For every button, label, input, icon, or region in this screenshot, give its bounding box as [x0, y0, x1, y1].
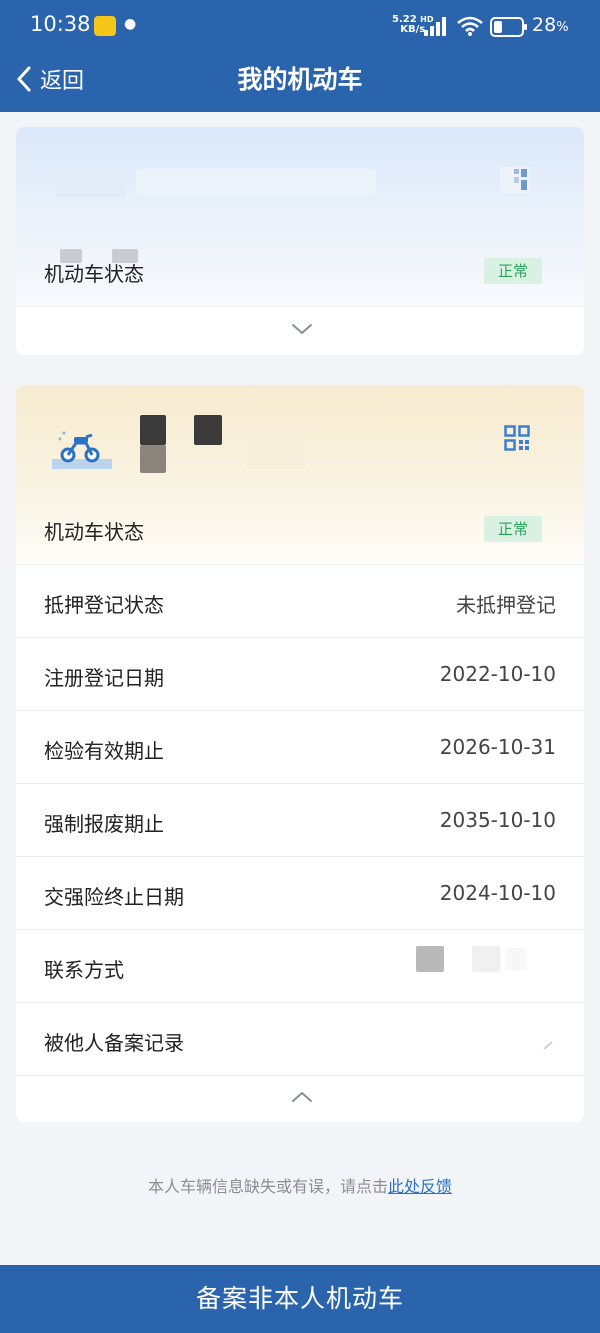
- blurred-phone-3: [506, 948, 526, 970]
- feedback-link[interactable]: 此处反馈: [388, 1177, 452, 1196]
- registration-date-row: 注册登记日期 2022-10-10: [16, 638, 584, 711]
- blurred-plate-number: [56, 167, 126, 197]
- third-party-record-row[interactable]: 被他人备案记录: [16, 1003, 584, 1076]
- status-time: 10:38: [30, 12, 91, 36]
- contact-row[interactable]: 联系方式: [16, 930, 584, 1003]
- page-title: 我的机动车: [237, 65, 363, 94]
- row-value: 未抵押登记: [456, 593, 556, 617]
- battery-icon: [490, 17, 527, 37]
- status-bar: 10:38 ● 5.22 HD KB/s 28%: [0, 0, 600, 52]
- blurred-phone-2: [472, 946, 500, 972]
- row-label: 联系方式: [44, 958, 124, 982]
- row-label: 机动车状态: [44, 262, 144, 286]
- status-badge: 正常: [484, 516, 542, 542]
- battery-percent: 28%: [532, 14, 569, 36]
- vehicle-card-collapsed[interactable]: 机动车状态 正常: [16, 127, 584, 355]
- signal-icon: [424, 17, 446, 36]
- motorcycle-icon: [52, 431, 112, 469]
- edit-mark-icon: [543, 1041, 553, 1050]
- row-label: 被他人备案记录: [44, 1031, 184, 1055]
- row-label: 机动车状态: [44, 520, 144, 544]
- qr-code-icon[interactable]: [500, 167, 530, 193]
- feedback-text: 本人车辆信息缺失或有误，请点击: [147, 1177, 388, 1196]
- row-label: 注册登记日期: [44, 666, 164, 690]
- row-value: 2026-10-31: [439, 735, 556, 759]
- chevron-up-icon[interactable]: [290, 1089, 314, 1105]
- vehicle-card-expanded[interactable]: 机动车状态 正常 抵押登记状态 未抵押登记 注册登记日期 2022-10-10 …: [16, 385, 584, 1122]
- blurred-phone-1: [416, 946, 444, 972]
- row-label: 抵押登记状态: [44, 593, 164, 617]
- scrap-date-row: 强制报废期止 2035-10-10: [16, 784, 584, 857]
- chevron-down-icon[interactable]: [290, 321, 314, 337]
- wifi-icon: [457, 16, 483, 36]
- row-value: 2035-10-10: [439, 808, 556, 832]
- blurred-plate-char-1: [140, 415, 166, 445]
- notification-dot-icon: ●: [124, 16, 137, 32]
- row-value: 2022-10-10: [439, 662, 556, 686]
- row-label: 交强险终止日期: [44, 885, 184, 909]
- row-value: 2024-10-10: [439, 881, 556, 905]
- insurance-end-row: 交强险终止日期 2024-10-10: [16, 857, 584, 930]
- row-label: 检验有效期止: [44, 739, 164, 763]
- row-label: 强制报废期止: [44, 812, 164, 836]
- app-notification-icon: [94, 16, 116, 36]
- inspection-valid-row: 检验有效期止 2026-10-31: [16, 711, 584, 784]
- mortgage-status-row: 抵押登记状态 未抵押登记: [16, 565, 584, 638]
- vehicle-status-row: 机动车状态 正常: [16, 492, 584, 565]
- status-badge: 正常: [484, 258, 542, 284]
- qr-code-icon[interactable]: [504, 425, 530, 451]
- blurred-plate-char-3: [140, 445, 166, 473]
- blurred-vehicle-info: [246, 425, 306, 469]
- register-other-vehicle-button[interactable]: 备案非本人机动车: [0, 1265, 600, 1333]
- feedback-line: 本人车辆信息缺失或有误，请点击此处反馈: [0, 1173, 600, 1197]
- blurred-vehicle-info: [136, 169, 376, 195]
- network-speed-unit: KB/s: [400, 24, 426, 35]
- battery-value: 28: [532, 14, 557, 36]
- vehicle-status-row: 机动车状态 正常: [16, 234, 584, 307]
- battery-unit: %: [556, 20, 569, 35]
- blurred-plate-char-2: [194, 415, 222, 445]
- top-bar: 10:38 ● 5.22 HD KB/s 28% 返回 我的机动车: [0, 0, 600, 112]
